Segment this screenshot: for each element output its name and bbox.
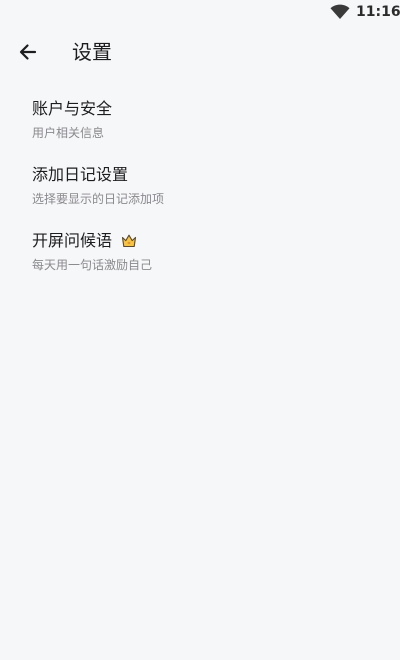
setting-subtitle: 用户相关信息 (32, 126, 105, 140)
page-title: 设置 (72, 40, 112, 64)
setting-subtitle: 每天用一句话激励自己 (32, 258, 153, 272)
setting-item-splash-greeting[interactable]: 开屏问候语 每天用一句话激励自己 (0, 224, 400, 284)
setting-title: 添加日记设置 (32, 165, 129, 184)
crown-icon (121, 234, 137, 248)
app-bar: 设置 (0, 28, 400, 76)
status-time: 11:16 (356, 4, 400, 20)
wifi-icon (330, 4, 350, 19)
setting-item-diary-add[interactable]: 添加日记设置 选择要显示的日记添加项 (0, 158, 400, 218)
setting-title-row: 开屏问候语 (32, 230, 400, 252)
back-button[interactable] (12, 36, 44, 68)
status-bar: 11:16 (0, 0, 400, 24)
setting-title: 账户与安全 (32, 99, 113, 118)
setting-subtitle: 选择要显示的日记添加项 (32, 192, 165, 206)
setting-item-account-security[interactable]: 账户与安全 用户相关信息 (0, 92, 400, 152)
arrow-left-icon (19, 44, 37, 60)
setting-title: 开屏问候语 (32, 231, 113, 250)
